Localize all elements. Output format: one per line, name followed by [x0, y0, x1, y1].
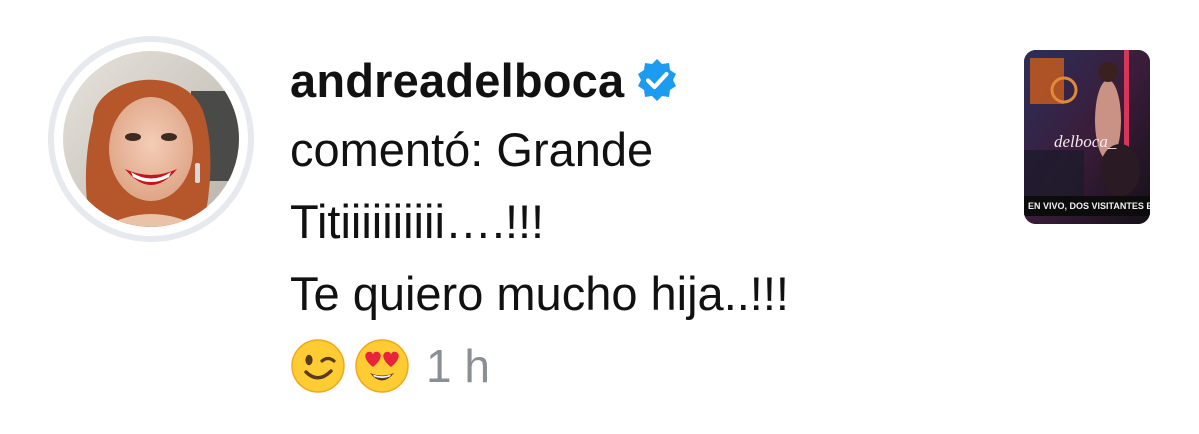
user-row: andreadelboca — [290, 46, 990, 114]
thumbnail-handle: delboca_ — [1054, 132, 1117, 151]
avatar[interactable] — [63, 51, 239, 227]
username-link[interactable]: andreadelboca — [290, 57, 624, 104]
avatar-image — [63, 51, 239, 227]
heart-eyes-face-icon — [354, 338, 410, 394]
post-thumbnail[interactable]: delboca_ EN VIVO, DOS VISITANTES EN — [1024, 50, 1150, 224]
meta-row: 1 h — [290, 330, 990, 402]
comment-notification[interactable]: andreadelboca comentó: Grande Titiiiiiii… — [0, 0, 1199, 434]
verified-badge-icon — [634, 57, 680, 103]
winking-face-icon — [290, 338, 346, 394]
timestamp: 1 h — [426, 340, 490, 392]
thumbnail-caption: EN VIVO, DOS VISITANTES EN — [1024, 196, 1150, 216]
notification-content: andreadelboca comentó: Grande Titiiiiiii… — [290, 46, 990, 402]
avatar-ring[interactable] — [48, 36, 254, 242]
comment-text-line-2: Titiiiiiiiiii….!!! — [290, 195, 545, 248]
comment-text-line-1: comentó: Grande — [290, 123, 654, 176]
comment-text-line-3: Te quiero mucho hija..!!! — [290, 267, 789, 320]
